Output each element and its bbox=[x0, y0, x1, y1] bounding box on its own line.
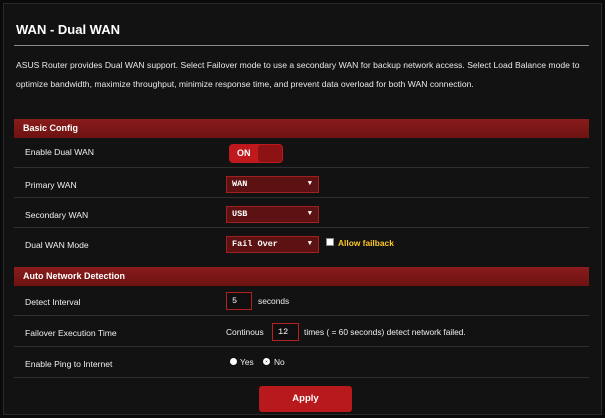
enable-ping-label: Enable Ping to Internet bbox=[25, 359, 113, 369]
dual-wan-mode-label: Dual WAN Mode bbox=[25, 240, 89, 250]
row-divider bbox=[14, 346, 589, 347]
ping-no-label: No bbox=[274, 357, 285, 367]
chevron-down-icon: ▼ bbox=[307, 180, 312, 188]
enable-dual-wan-toggle[interactable]: ON bbox=[229, 144, 283, 163]
chevron-down-icon: ▼ bbox=[307, 240, 312, 248]
allow-failback-checkbox[interactable] bbox=[326, 238, 334, 246]
row-divider bbox=[14, 315, 589, 316]
toggle-knob bbox=[258, 145, 282, 162]
apply-button[interactable]: Apply bbox=[259, 386, 352, 412]
detect-interval-input[interactable]: 5 bbox=[226, 292, 252, 310]
secondary-wan-select[interactable]: USB ▼ bbox=[226, 206, 319, 223]
detect-interval-unit: seconds bbox=[258, 296, 290, 306]
secondary-wan-label: Secondary WAN bbox=[25, 210, 89, 220]
failover-times-input[interactable]: 12 bbox=[272, 323, 299, 341]
detect-interval-label: Detect Interval bbox=[25, 297, 81, 307]
primary-wan-select[interactable]: WAN ▼ bbox=[226, 176, 319, 193]
dual-wan-mode-value: Fail Over bbox=[232, 239, 278, 249]
row-divider bbox=[14, 377, 589, 378]
chevron-down-icon: ▼ bbox=[307, 210, 312, 218]
toggle-on-text: ON bbox=[237, 148, 251, 158]
dual-wan-mode-select[interactable]: Fail Over ▼ bbox=[226, 236, 319, 253]
ping-yes-label: Yes bbox=[240, 357, 254, 367]
failover-execution-label: Failover Execution Time bbox=[25, 328, 117, 338]
ping-yes-radio[interactable] bbox=[230, 358, 237, 365]
primary-wan-label: Primary WAN bbox=[25, 180, 77, 190]
failover-prefix: Continous bbox=[226, 327, 264, 337]
failover-suffix: times ( = 60 seconds) detect network fai… bbox=[304, 327, 466, 337]
title-divider bbox=[14, 45, 589, 46]
dual-wan-panel: WAN - Dual WAN ASUS Router provides Dual… bbox=[3, 3, 602, 415]
auto-detection-header: Auto Network Detection bbox=[14, 267, 589, 286]
page-title: WAN - Dual WAN bbox=[16, 22, 120, 37]
allow-failback-label[interactable]: Allow failback bbox=[338, 238, 394, 248]
enable-dual-wan-label: Enable Dual WAN bbox=[25, 147, 94, 157]
secondary-wan-value: USB bbox=[232, 209, 248, 219]
page-description: ASUS Router provides Dual WAN support. S… bbox=[16, 60, 580, 89]
ping-no-radio[interactable] bbox=[263, 358, 270, 365]
row-divider bbox=[14, 167, 589, 168]
basic-config-header: Basic Config bbox=[14, 119, 589, 138]
row-divider bbox=[14, 197, 589, 198]
row-divider bbox=[14, 227, 589, 228]
primary-wan-value: WAN bbox=[232, 179, 248, 189]
